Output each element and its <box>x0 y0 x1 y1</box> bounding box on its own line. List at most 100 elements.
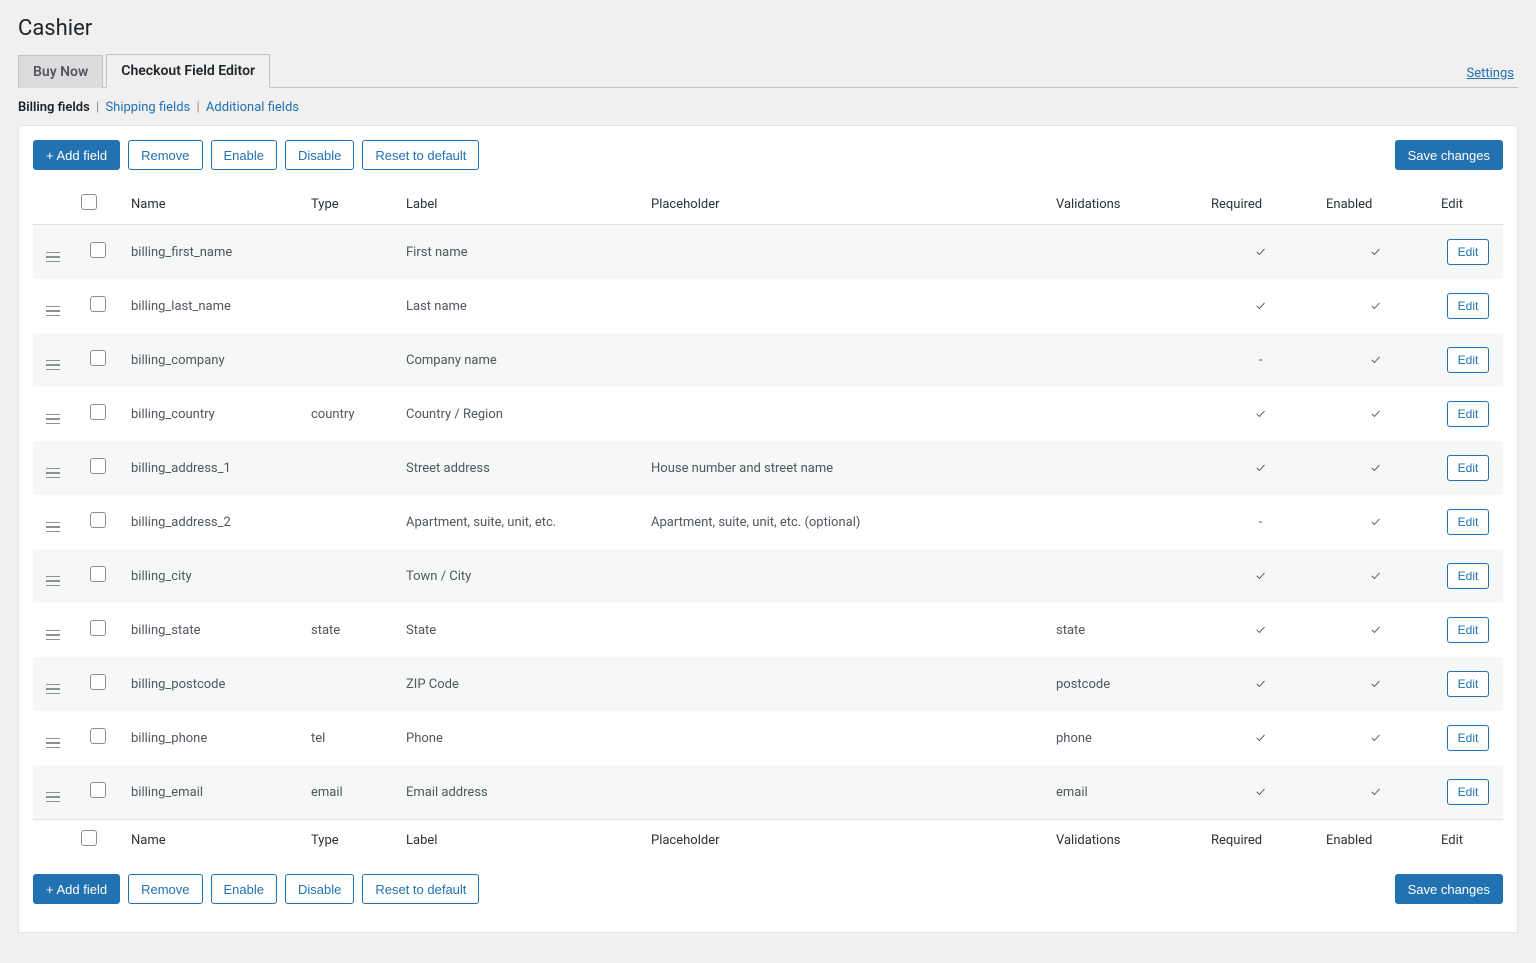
select-all-checkbox[interactable] <box>81 194 97 210</box>
drag-handle-icon[interactable] <box>45 684 61 695</box>
cell-validations: email <box>1048 765 1203 820</box>
remove-button[interactable]: Remove <box>128 874 202 904</box>
reset-button[interactable]: Reset to default <box>362 874 479 904</box>
column-header-placeholder: Placeholder <box>643 184 1048 225</box>
tab-buy-now[interactable]: Buy Now <box>18 55 103 88</box>
edit-button[interactable]: Edit <box>1447 239 1490 265</box>
row-checkbox[interactable] <box>90 404 106 420</box>
save-changes-button[interactable]: Save changes <box>1395 140 1503 170</box>
cell-enabled <box>1318 441 1433 495</box>
enable-button[interactable]: Enable <box>211 874 277 904</box>
row-checkbox[interactable] <box>90 242 106 258</box>
row-checkbox[interactable] <box>90 512 106 528</box>
cell-label: First name <box>398 225 643 280</box>
cell-label: Last name <box>398 279 643 333</box>
cell-label: Phone <box>398 711 643 765</box>
column-header-validations: Validations <box>1048 184 1203 225</box>
drag-handle-icon[interactable] <box>45 306 61 317</box>
check-icon <box>1371 785 1380 800</box>
row-checkbox[interactable] <box>90 728 106 744</box>
row-checkbox[interactable] <box>90 674 106 690</box>
select-all-checkbox-footer[interactable] <box>81 830 97 846</box>
edit-button[interactable]: Edit <box>1447 347 1490 373</box>
column-footer-placeholder: Placeholder <box>643 820 1048 861</box>
cell-placeholder: House number and street name <box>643 441 1048 495</box>
cell-name: billing_state <box>123 603 303 657</box>
cell-type <box>303 549 398 603</box>
cell-enabled <box>1318 333 1433 387</box>
subtab-billing-fields[interactable]: Billing fields <box>18 100 90 115</box>
disable-button[interactable]: Disable <box>285 140 354 170</box>
check-icon <box>1256 461 1265 476</box>
row-checkbox[interactable] <box>90 296 106 312</box>
cell-name: billing_address_2 <box>123 495 303 549</box>
cell-type <box>303 225 398 280</box>
row-checkbox[interactable] <box>90 566 106 582</box>
drag-handle-icon[interactable] <box>45 630 61 641</box>
edit-button[interactable]: Edit <box>1447 509 1490 535</box>
row-checkbox[interactable] <box>90 620 106 636</box>
cell-enabled <box>1318 387 1433 441</box>
add-field-button[interactable]: + Add field <box>33 140 120 170</box>
drag-handle-icon[interactable] <box>45 252 61 263</box>
remove-button[interactable]: Remove <box>128 140 202 170</box>
separator: | <box>96 100 99 115</box>
fields-table: Name Type Label Placeholder Validations … <box>33 184 1503 860</box>
edit-button[interactable]: Edit <box>1447 563 1490 589</box>
cell-label: Company name <box>398 333 643 387</box>
cell-required <box>1203 279 1318 333</box>
cell-type <box>303 495 398 549</box>
cell-label: Town / City <box>398 549 643 603</box>
table-row: billing_email email Email address email … <box>33 765 1503 820</box>
subtab-shipping-fields[interactable]: Shipping fields <box>105 100 190 115</box>
cell-required <box>1203 603 1318 657</box>
edit-button[interactable]: Edit <box>1447 779 1490 805</box>
drag-handle-icon[interactable] <box>45 792 61 803</box>
edit-button[interactable]: Edit <box>1447 401 1490 427</box>
column-header-name: Name <box>123 184 303 225</box>
cell-name: billing_city <box>123 549 303 603</box>
drag-handle-icon[interactable] <box>45 360 61 371</box>
cell-required <box>1203 441 1318 495</box>
drag-handle-icon[interactable] <box>45 522 61 533</box>
cell-validations: state <box>1048 603 1203 657</box>
save-changes-button[interactable]: Save changes <box>1395 874 1503 904</box>
add-field-button[interactable]: + Add field <box>33 874 120 904</box>
cell-name: billing_address_1 <box>123 441 303 495</box>
row-checkbox[interactable] <box>90 458 106 474</box>
disable-button[interactable]: Disable <box>285 874 354 904</box>
edit-button[interactable]: Edit <box>1447 455 1490 481</box>
check-icon <box>1256 623 1265 638</box>
cell-placeholder: Apartment, suite, unit, etc. (optional) <box>643 495 1048 549</box>
cell-placeholder <box>643 333 1048 387</box>
edit-button[interactable]: Edit <box>1447 671 1490 697</box>
reset-button[interactable]: Reset to default <box>362 140 479 170</box>
cell-label: Apartment, suite, unit, etc. <box>398 495 643 549</box>
enable-button[interactable]: Enable <box>211 140 277 170</box>
drag-handle-icon[interactable] <box>45 576 61 587</box>
drag-handle-icon[interactable] <box>45 414 61 425</box>
drag-handle-icon[interactable] <box>45 468 61 479</box>
edit-button[interactable]: Edit <box>1447 293 1490 319</box>
edit-button[interactable]: Edit <box>1447 725 1490 751</box>
column-footer-name: Name <box>123 820 303 861</box>
column-header-type: Type <box>303 184 398 225</box>
page-title: Cashier <box>18 10 1518 53</box>
row-checkbox[interactable] <box>90 350 106 366</box>
edit-button[interactable]: Edit <box>1447 617 1490 643</box>
drag-handle-icon[interactable] <box>45 738 61 749</box>
column-footer-required: Required <box>1203 820 1318 861</box>
cell-label: State <box>398 603 643 657</box>
actions-bar-bottom: + Add field Remove Enable Disable Reset … <box>33 860 1503 918</box>
cell-required <box>1203 225 1318 280</box>
table-row: billing_address_2 Apartment, suite, unit… <box>33 495 1503 549</box>
check-icon <box>1256 785 1265 800</box>
check-icon <box>1371 407 1380 422</box>
cell-validations <box>1048 495 1203 549</box>
cell-placeholder <box>643 657 1048 711</box>
cell-required <box>1203 711 1318 765</box>
subtab-additional-fields[interactable]: Additional fields <box>206 100 299 115</box>
tab-checkout-field-editor[interactable]: Checkout Field Editor <box>106 54 270 88</box>
settings-link[interactable]: Settings <box>1467 66 1518 87</box>
row-checkbox[interactable] <box>90 782 106 798</box>
